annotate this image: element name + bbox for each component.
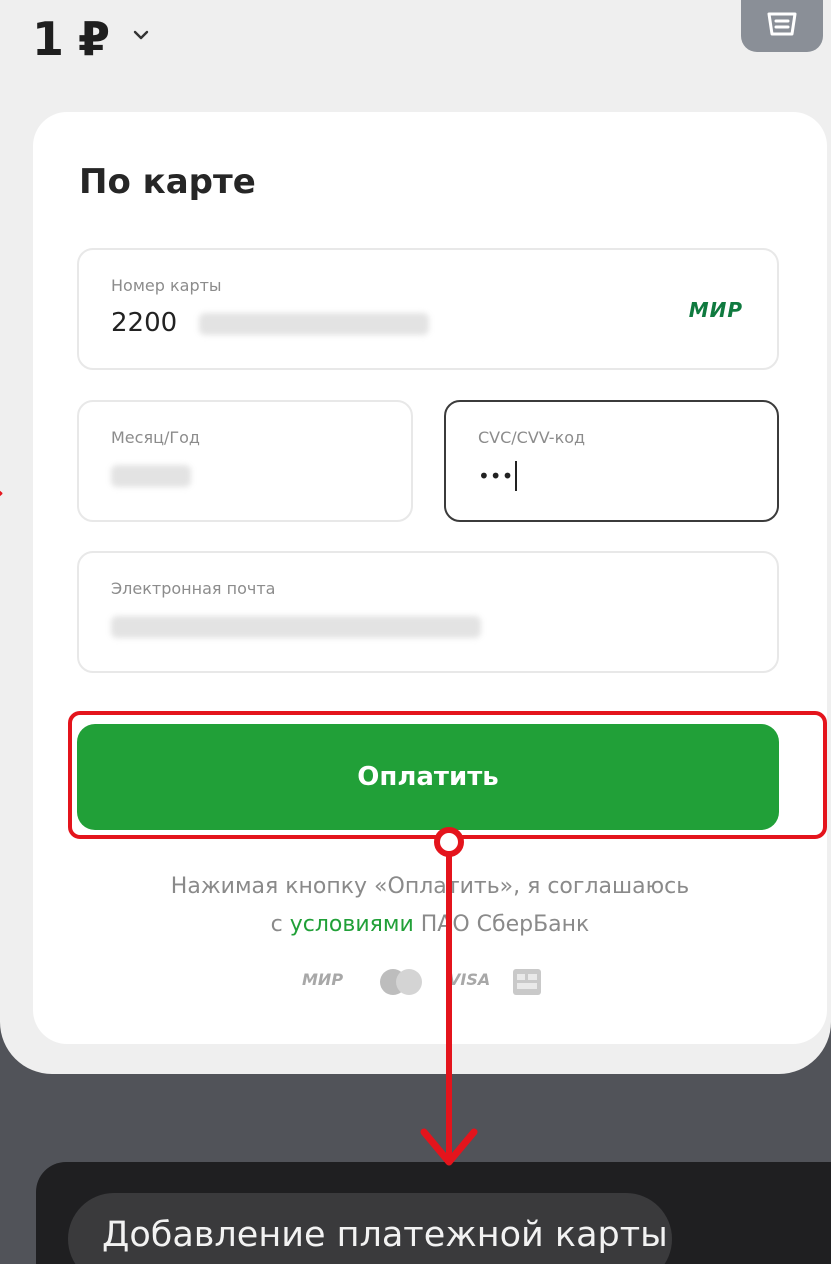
unionpay-logo-icon [513, 969, 541, 995]
consent-prefix: с [270, 912, 290, 937]
expiry-masked [111, 464, 191, 487]
consent-line-1: Нажимая кнопку «Оплатить», я соглашаюсь [170, 874, 690, 899]
card-number-visible-digits: 2200 [111, 308, 178, 338]
card-number-value[interactable]: 2200 [111, 308, 430, 338]
email-label: Электронная почта [111, 579, 276, 598]
cvc-masked-value: ••• [478, 464, 514, 488]
payment-method-title: По карте [79, 162, 256, 202]
annotation-highlight-box [68, 711, 827, 839]
screen: 1 ₽ По карте Номер карты 2200 МИР Месяц/… [0, 0, 831, 1264]
expiry-field[interactable]: Месяц/Год [77, 400, 413, 522]
annotation-edge-marker-icon: › [0, 478, 4, 508]
cart-button[interactable] [741, 0, 823, 52]
consent-text: Нажимая кнопку «Оплатить», я соглашаюсь … [80, 868, 780, 944]
email-value[interactable] [111, 611, 481, 641]
card-number-field[interactable]: Номер карты 2200 МИР [77, 248, 779, 370]
card-number-masked [199, 312, 430, 335]
cvc-value[interactable]: ••• [478, 460, 518, 491]
add-card-chip[interactable]: Добавление платежной карты [68, 1193, 672, 1264]
mir-small-logo-icon: МИР [302, 970, 344, 989]
mastercard-logo-icon-overlap [396, 969, 422, 995]
cvc-label: CVC/CVV-код [478, 428, 586, 447]
consent-line-2: с условиями ПАО СберБанк [80, 906, 780, 944]
email-masked [111, 615, 481, 638]
terms-link[interactable]: условиями [290, 912, 414, 937]
mir-logo-icon: МИР [688, 298, 743, 322]
text-cursor [515, 460, 518, 491]
card-number-label: Номер карты [111, 276, 222, 295]
basket-icon [767, 12, 797, 36]
expiry-value[interactable] [111, 460, 191, 490]
visa-logo-icon: VISA [448, 970, 491, 989]
expiry-label: Месяц/Год [111, 428, 200, 447]
email-field[interactable]: Электронная почта [77, 551, 779, 673]
amount-display: 1 ₽ [32, 12, 110, 66]
add-card-chip-label: Добавление платежной карты [102, 1215, 668, 1255]
payment-systems-logos: МИР VISA [300, 964, 560, 1004]
chevron-down-icon[interactable] [132, 26, 150, 44]
cvc-field[interactable]: CVC/CVV-код ••• [444, 400, 779, 522]
consent-suffix: ПАО СберБанк [413, 912, 590, 937]
